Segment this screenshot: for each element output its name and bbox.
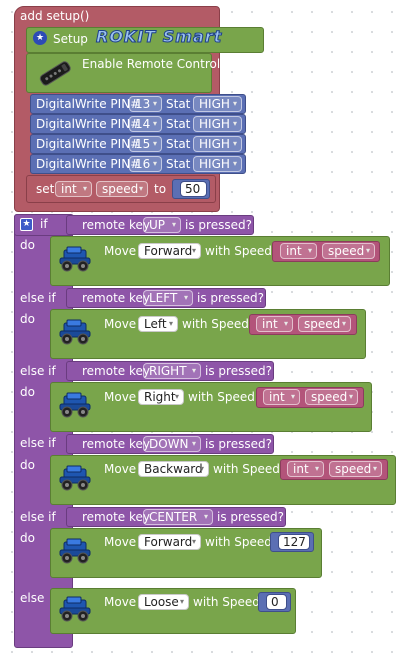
warning-icon: ★ xyxy=(33,31,47,45)
rokit-smart-logo: ROKIT Smart xyxy=(95,27,223,46)
direction-dropdown[interactable]: Forward ▾ xyxy=(138,534,201,550)
pin-dropdown[interactable]: 13 ▾ xyxy=(129,96,162,112)
else-label: else xyxy=(20,591,45,605)
set-var-dropdown[interactable]: speed ▾ xyxy=(96,181,148,197)
speed-type-dropdown[interactable]: int ▾ xyxy=(263,389,300,405)
pin-dropdown[interactable]: 16 ▾ xyxy=(129,156,162,172)
speed-type-dropdown[interactable]: int ▾ xyxy=(287,461,324,477)
stat-dropdown[interactable]: HIGH ▾ xyxy=(193,116,242,132)
with-speed-label: with Speed xyxy=(188,390,255,404)
remote-key-label: remote key xyxy=(82,218,150,232)
key-dropdown[interactable]: RIGHT ▾ xyxy=(143,363,201,379)
with-speed-label: with Speed xyxy=(205,535,272,549)
gear-icon[interactable]: ★ xyxy=(20,218,33,231)
move-label: Move xyxy=(104,317,137,331)
direction-dropdown[interactable]: Backward ▾ xyxy=(138,461,209,477)
speed-var-dropdown[interactable]: speed ▾ xyxy=(322,243,375,259)
direction-dropdown[interactable]: Loose ▾ xyxy=(138,594,189,610)
else-if-label: else if xyxy=(20,291,56,305)
robot-car-icon xyxy=(58,538,92,564)
stat-label: Stat xyxy=(166,97,191,111)
with-speed-label: with Speed xyxy=(205,244,272,258)
speed-var-dropdown[interactable]: speed ▾ xyxy=(298,316,351,332)
speed-var-dropdown[interactable]: speed ▾ xyxy=(329,461,382,477)
robot-car-icon xyxy=(58,246,92,272)
robot-car-icon xyxy=(58,392,92,418)
speed-type-dropdown[interactable]: int ▾ xyxy=(280,243,317,259)
else-if-label: else if xyxy=(20,510,56,524)
if-label: if xyxy=(40,217,48,231)
stat-label: Stat xyxy=(166,117,191,131)
is-pressed-label: is pressed? xyxy=(217,510,284,524)
with-speed-label: with Speed xyxy=(193,595,260,609)
stat-label: Stat xyxy=(166,137,191,151)
setup-label: Setup xyxy=(53,32,88,46)
else-if-label: else if xyxy=(20,364,56,378)
digital-write-label: DigitalWrite PIN# xyxy=(36,137,141,151)
stat-dropdown[interactable]: HIGH ▾ xyxy=(193,96,242,112)
remote-key-label: remote key xyxy=(82,364,150,378)
stat-dropdown[interactable]: HIGH ▾ xyxy=(193,156,242,172)
set-label: set xyxy=(36,182,55,196)
remote-key-label: remote key xyxy=(82,437,150,451)
direction-dropdown[interactable]: Forward ▾ xyxy=(138,243,201,259)
set-value-field[interactable]: 50 xyxy=(180,181,207,197)
set-type-dropdown[interactable]: int ▾ xyxy=(55,181,92,197)
key-dropdown[interactable]: UP ▾ xyxy=(143,217,181,233)
speed-var-dropdown[interactable]: speed ▾ xyxy=(305,389,358,405)
speed-type-dropdown[interactable]: int ▾ xyxy=(256,316,293,332)
robot-car-icon xyxy=(58,596,92,622)
remote-key-label: remote key xyxy=(82,291,150,305)
pin-dropdown[interactable]: 15 ▾ xyxy=(129,136,162,152)
set-to-label: to xyxy=(154,182,167,196)
digital-write-label: DigitalWrite PIN# xyxy=(36,117,141,131)
move-label: Move xyxy=(104,462,137,476)
enable-remote-label: Enable Remote Control xyxy=(82,57,221,71)
move-label: Move xyxy=(104,390,137,404)
do-label: do xyxy=(20,531,35,545)
with-speed-label: with Speed xyxy=(182,317,249,331)
key-dropdown[interactable]: DOWN ▾ xyxy=(143,436,201,452)
is-pressed-label: is pressed? xyxy=(205,364,272,378)
pin-dropdown[interactable]: 14 ▾ xyxy=(129,116,162,132)
else-if-label: else if xyxy=(20,436,56,450)
with-speed-label: with Speed xyxy=(213,462,280,476)
move-label: Move xyxy=(104,595,137,609)
move-label: Move xyxy=(104,244,137,258)
speed-number-field[interactable]: 0 xyxy=(266,594,287,610)
digital-write-label: DigitalWrite PIN# xyxy=(36,97,141,111)
move-label: Move xyxy=(104,535,137,549)
stat-dropdown[interactable]: HIGH ▾ xyxy=(193,136,242,152)
is-pressed-label: is pressed? xyxy=(197,291,264,305)
key-dropdown[interactable]: LEFT ▾ xyxy=(143,290,193,306)
robot-car-icon xyxy=(58,319,92,345)
speed-number-field[interactable]: 127 xyxy=(278,534,310,550)
is-pressed-label: is pressed? xyxy=(205,437,272,451)
do-label: do xyxy=(20,312,35,326)
remote-control-icon xyxy=(36,60,74,86)
do-label: do xyxy=(20,385,35,399)
do-label: do xyxy=(20,238,35,252)
stat-label: Stat xyxy=(166,157,191,171)
is-pressed-label: is pressed? xyxy=(185,218,252,232)
direction-dropdown[interactable]: Left ▾ xyxy=(138,316,178,332)
setup-hat-label: add setup() xyxy=(20,9,90,23)
digital-write-label: DigitalWrite PIN# xyxy=(36,157,141,171)
remote-key-label: remote key xyxy=(82,510,150,524)
do-label: do xyxy=(20,458,35,472)
direction-dropdown[interactable]: Right ▾ xyxy=(138,389,184,405)
key-dropdown[interactable]: CENTER ▾ xyxy=(143,509,213,525)
robot-car-icon xyxy=(58,465,92,491)
